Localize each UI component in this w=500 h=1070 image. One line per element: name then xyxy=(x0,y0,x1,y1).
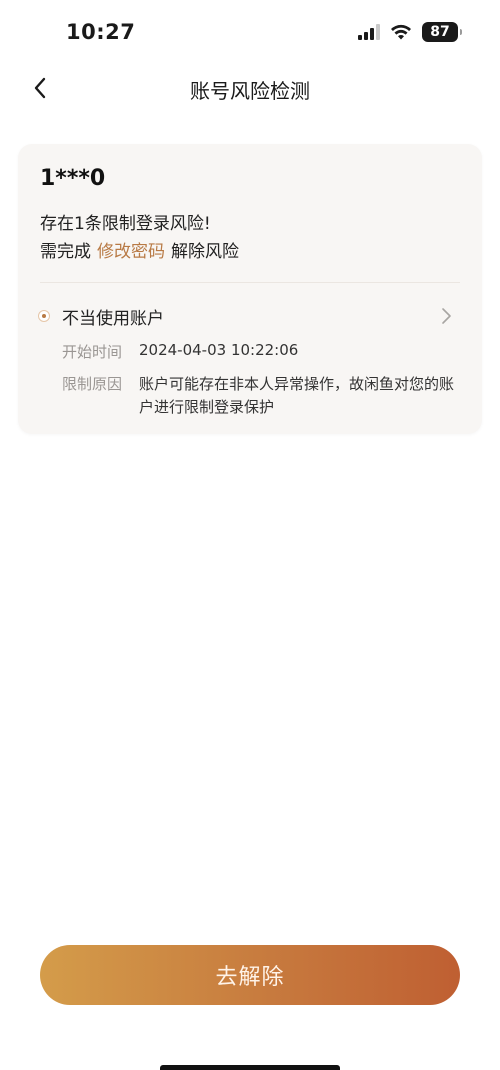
resolve-button[interactable]: 去解除 xyxy=(40,945,460,1005)
home-indicator xyxy=(160,1065,340,1070)
start-time-label: 开始时间 xyxy=(62,343,123,361)
signal-icon xyxy=(358,24,380,40)
risk-action: 需完成 修改密码 解除风险 xyxy=(40,237,239,262)
status-icons: 87 xyxy=(358,22,462,42)
battery-level: 87 xyxy=(430,24,450,40)
status-bar: 10:27 87 xyxy=(0,0,500,64)
start-time-value: 2024-04-03 10:22:06 xyxy=(139,341,299,359)
risk-summary: 存在1条限制登录风险! xyxy=(40,214,211,234)
battery-icon: 87 xyxy=(422,22,462,42)
action-suffix: 解除风险 xyxy=(171,242,239,262)
divider xyxy=(40,282,460,283)
risk-item-title: 不当使用账户 xyxy=(62,309,164,329)
wifi-icon xyxy=(391,24,411,39)
nav-bar: 账号风险检测 xyxy=(0,62,500,114)
risk-item-row[interactable]: 不当使用账户 xyxy=(18,296,482,336)
reason-label: 限制原因 xyxy=(62,375,123,393)
bullet-dot-icon xyxy=(38,310,50,322)
risk-card: 1***0 存在1条限制登录风险! 需完成 修改密码 解除风险 不当使用账户 开始时… xyxy=(18,144,482,434)
change-password-link[interactable]: 修改密码 xyxy=(97,242,165,262)
page-title: 账号风险检测 xyxy=(190,79,310,103)
reason-value: 账户可能存在非本人异常操作，故闲鱼对您的账户进行限制登录保护 xyxy=(139,375,455,416)
account-id: 1***0 xyxy=(40,166,106,191)
resolve-button-label: 去解除 xyxy=(215,965,285,990)
chevron-right-icon xyxy=(442,308,451,324)
status-time: 10:27 xyxy=(66,20,136,44)
action-prefix: 需完成 xyxy=(40,242,91,262)
